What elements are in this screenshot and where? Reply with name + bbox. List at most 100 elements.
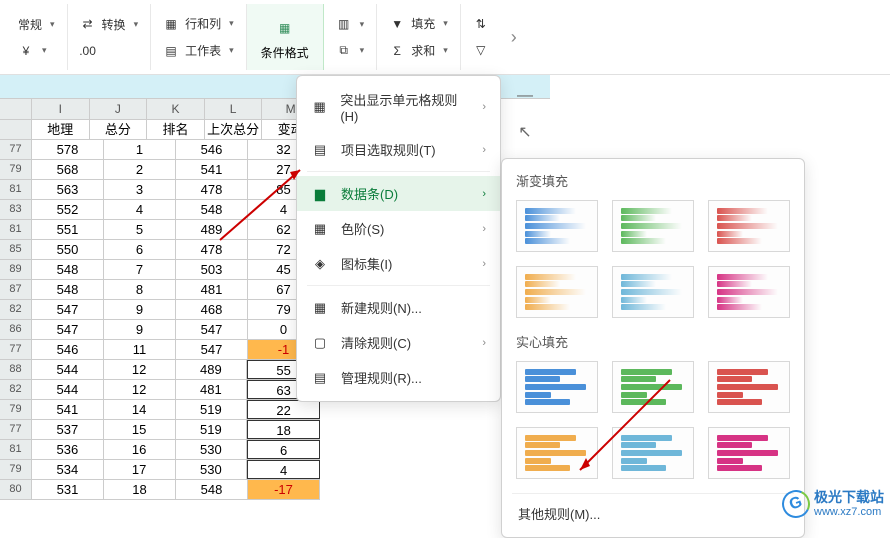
row-header[interactable]: 81 bbox=[0, 220, 32, 239]
gradient-databar-thumb[interactable] bbox=[708, 200, 790, 252]
cell-prev[interactable]: 530 bbox=[176, 460, 248, 479]
cell-rank[interactable]: 4 bbox=[104, 200, 176, 219]
cell-total[interactable]: 548 bbox=[32, 280, 104, 299]
cell-prev[interactable]: 481 bbox=[176, 380, 248, 399]
sort-button[interactable]: ⇅ bbox=[467, 12, 495, 36]
convert-button[interactable]: ⇄ 转换▾ bbox=[74, 12, 145, 37]
menu-manage-rules[interactable]: ▤ 管理规则(R)... bbox=[297, 360, 500, 395]
solid-databar-thumb[interactable] bbox=[708, 427, 790, 479]
row-header[interactable]: 77 bbox=[0, 420, 32, 439]
row-header[interactable]: 86 bbox=[0, 320, 32, 339]
spreadsheet-grid[interactable]: I J K L M 地理总分排名上次总分变动775781546327956825… bbox=[0, 99, 320, 524]
cell-rank[interactable]: 14 bbox=[104, 400, 176, 419]
cell-total[interactable]: 536 bbox=[32, 440, 104, 459]
row-header[interactable]: 80 bbox=[0, 480, 32, 499]
cell-prev[interactable]: 530 bbox=[176, 440, 248, 459]
row-header[interactable]: 89 bbox=[0, 260, 32, 279]
menu-highlight-rules[interactable]: ▦ 突出显示单元格规则(H) › bbox=[297, 82, 500, 132]
row-header[interactable]: 79 bbox=[0, 160, 32, 179]
row-header[interactable]: 85 bbox=[0, 240, 32, 259]
cell-rank[interactable]: 8 bbox=[104, 280, 176, 299]
menu-data-bars[interactable]: ▆ 数据条(D) › bbox=[297, 176, 500, 211]
cell-delta[interactable]: 18 bbox=[247, 420, 320, 439]
cell-prev[interactable]: 478 bbox=[176, 240, 248, 259]
cell-rank[interactable]: 11 bbox=[104, 340, 176, 359]
row-header[interactable]: 83 bbox=[0, 200, 32, 219]
gradient-databar-thumb[interactable] bbox=[708, 266, 790, 318]
row-header[interactable]: 77 bbox=[0, 140, 32, 159]
cell-prev[interactable]: 548 bbox=[176, 480, 248, 499]
row-header[interactable]: 82 bbox=[0, 380, 32, 399]
cell-total[interactable]: 546 bbox=[32, 340, 104, 359]
row-header[interactable]: 88 bbox=[0, 360, 32, 379]
cell-prev[interactable]: 478 bbox=[176, 180, 248, 199]
conditional-format-button[interactable]: ▦ 条件格式 bbox=[253, 10, 317, 65]
cell-prev[interactable]: 548 bbox=[176, 200, 248, 219]
cell-total[interactable]: 531 bbox=[32, 480, 104, 499]
cell-total[interactable]: 568 bbox=[32, 160, 104, 179]
cell-total[interactable]: 544 bbox=[32, 380, 104, 399]
cell-total[interactable]: 547 bbox=[32, 300, 104, 319]
cell-total[interactable]: 548 bbox=[32, 260, 104, 279]
cell-total[interactable]: 578 bbox=[32, 140, 104, 159]
crop-button[interactable]: ⧉▾ bbox=[330, 38, 371, 62]
other-rules-button[interactable]: 其他规则(M)... bbox=[512, 493, 794, 527]
cell-prev[interactable]: 547 bbox=[176, 340, 248, 359]
row-header[interactable]: 79 bbox=[0, 400, 32, 419]
sum-button[interactable]: Σ 求和▾ bbox=[383, 38, 454, 63]
row-header[interactable]: 82 bbox=[0, 300, 32, 319]
cell-total[interactable]: 541 bbox=[32, 400, 104, 419]
cell-rank[interactable]: 5 bbox=[104, 220, 176, 239]
cell-prev[interactable]: 481 bbox=[176, 280, 248, 299]
cell-total[interactable]: 534 bbox=[32, 460, 104, 479]
gradient-databar-thumb[interactable] bbox=[516, 200, 598, 252]
menu-color-scales[interactable]: ▦ 色阶(S) › bbox=[297, 211, 500, 246]
cell-rank[interactable]: 12 bbox=[104, 360, 176, 379]
currency-dropdown[interactable]: ¥▾ bbox=[12, 39, 61, 63]
cell-rank[interactable]: 2 bbox=[104, 160, 176, 179]
cell-rank[interactable]: 18 bbox=[104, 480, 176, 499]
cell-delta[interactable]: -17 bbox=[248, 480, 320, 499]
gradient-databar-thumb[interactable] bbox=[612, 200, 694, 252]
filter-button[interactable]: ▽ bbox=[467, 38, 495, 62]
style-dropdown[interactable]: 常规▾ bbox=[12, 12, 61, 37]
row-header[interactable]: 77 bbox=[0, 340, 32, 359]
minimize-icon[interactable]: — bbox=[514, 85, 536, 107]
cell-total[interactable]: 537 bbox=[32, 420, 104, 439]
row-header[interactable]: 81 bbox=[0, 180, 32, 199]
row-header[interactable]: 79 bbox=[0, 460, 32, 479]
cell-prev[interactable]: 547 bbox=[176, 320, 248, 339]
worksheet-button[interactable]: ▤ 工作表▾ bbox=[157, 38, 240, 63]
cell-prev[interactable]: 546 bbox=[176, 140, 248, 159]
cell-prev[interactable]: 519 bbox=[176, 420, 248, 439]
cell-total[interactable]: 547 bbox=[32, 320, 104, 339]
menu-clear-rules[interactable]: ▢ 清除规则(C) › bbox=[297, 325, 500, 360]
cell-total[interactable]: 563 bbox=[32, 180, 104, 199]
row-header[interactable]: 81 bbox=[0, 440, 32, 459]
col-header[interactable]: K bbox=[147, 99, 205, 119]
cell-prev[interactable]: 503 bbox=[176, 260, 248, 279]
solid-databar-thumb[interactable] bbox=[612, 427, 694, 479]
solid-databar-thumb[interactable] bbox=[708, 361, 790, 413]
cell-delta[interactable]: 22 bbox=[247, 400, 320, 419]
row-header[interactable]: 87 bbox=[0, 280, 32, 299]
fill-button[interactable]: ▼ 填充▾ bbox=[383, 11, 454, 36]
cursor-icon[interactable]: ↖ bbox=[514, 121, 536, 143]
col-header[interactable]: I bbox=[32, 99, 90, 119]
cell-rank[interactable]: 17 bbox=[104, 460, 176, 479]
format-button[interactable]: .00 bbox=[74, 39, 145, 63]
cell-delta[interactable]: 4 bbox=[247, 460, 320, 479]
cell-rank[interactable]: 16 bbox=[104, 440, 176, 459]
cell-rank[interactable]: 12 bbox=[104, 380, 176, 399]
cell-rank[interactable]: 9 bbox=[104, 300, 176, 319]
gradient-databar-thumb[interactable] bbox=[612, 266, 694, 318]
cell-rank[interactable]: 9 bbox=[104, 320, 176, 339]
cell-prev[interactable]: 519 bbox=[176, 400, 248, 419]
ribbon-expand-button[interactable]: › bbox=[505, 23, 523, 52]
menu-new-rule[interactable]: ▦ 新建规则(N)... bbox=[297, 290, 500, 325]
cell-total[interactable]: 544 bbox=[32, 360, 104, 379]
select-all-corner[interactable] bbox=[0, 99, 32, 119]
cell-rank[interactable]: 7 bbox=[104, 260, 176, 279]
cell-prev[interactable]: 468 bbox=[176, 300, 248, 319]
merge-button[interactable]: ▥▾ bbox=[330, 12, 371, 36]
